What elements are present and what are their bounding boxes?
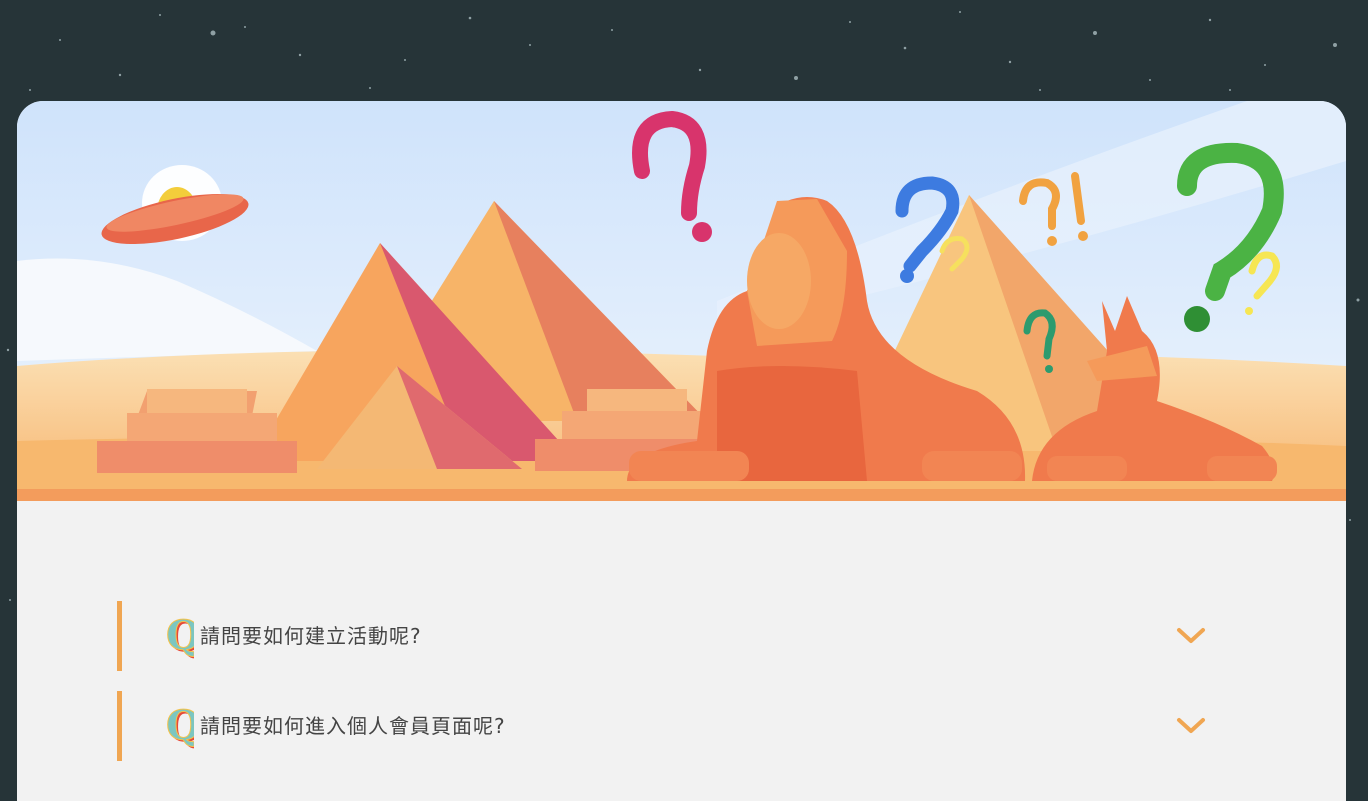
chevron-down-icon[interactable]: [1176, 627, 1206, 645]
q-badge-icon: Q Q: [166, 703, 194, 749]
svg-text:Q: Q: [166, 703, 194, 749]
hero-illustration: [17, 101, 1346, 501]
faq-question: 請問要如何建立活動呢?: [200, 624, 422, 648]
faq-list: Q Q 請問要如何建立活動呢? Q Q 請問要如何進入個人會員頁面呢?: [117, 601, 1227, 781]
chevron-down-icon[interactable]: [1176, 717, 1206, 735]
q-badge-icon: Q Q: [166, 613, 194, 659]
faq-item[interactable]: Q Q 請問要如何進入個人會員頁面呢?: [117, 691, 1227, 761]
faq-question: 請問要如何進入個人會員頁面呢?: [200, 714, 506, 738]
faq-item[interactable]: Q Q 請問要如何建立活動呢?: [117, 601, 1227, 671]
faq-card: Q Q 請問要如何建立活動呢? Q Q 請問要如何進入個人會員頁面呢?: [17, 101, 1346, 801]
svg-text:Q: Q: [166, 613, 194, 659]
